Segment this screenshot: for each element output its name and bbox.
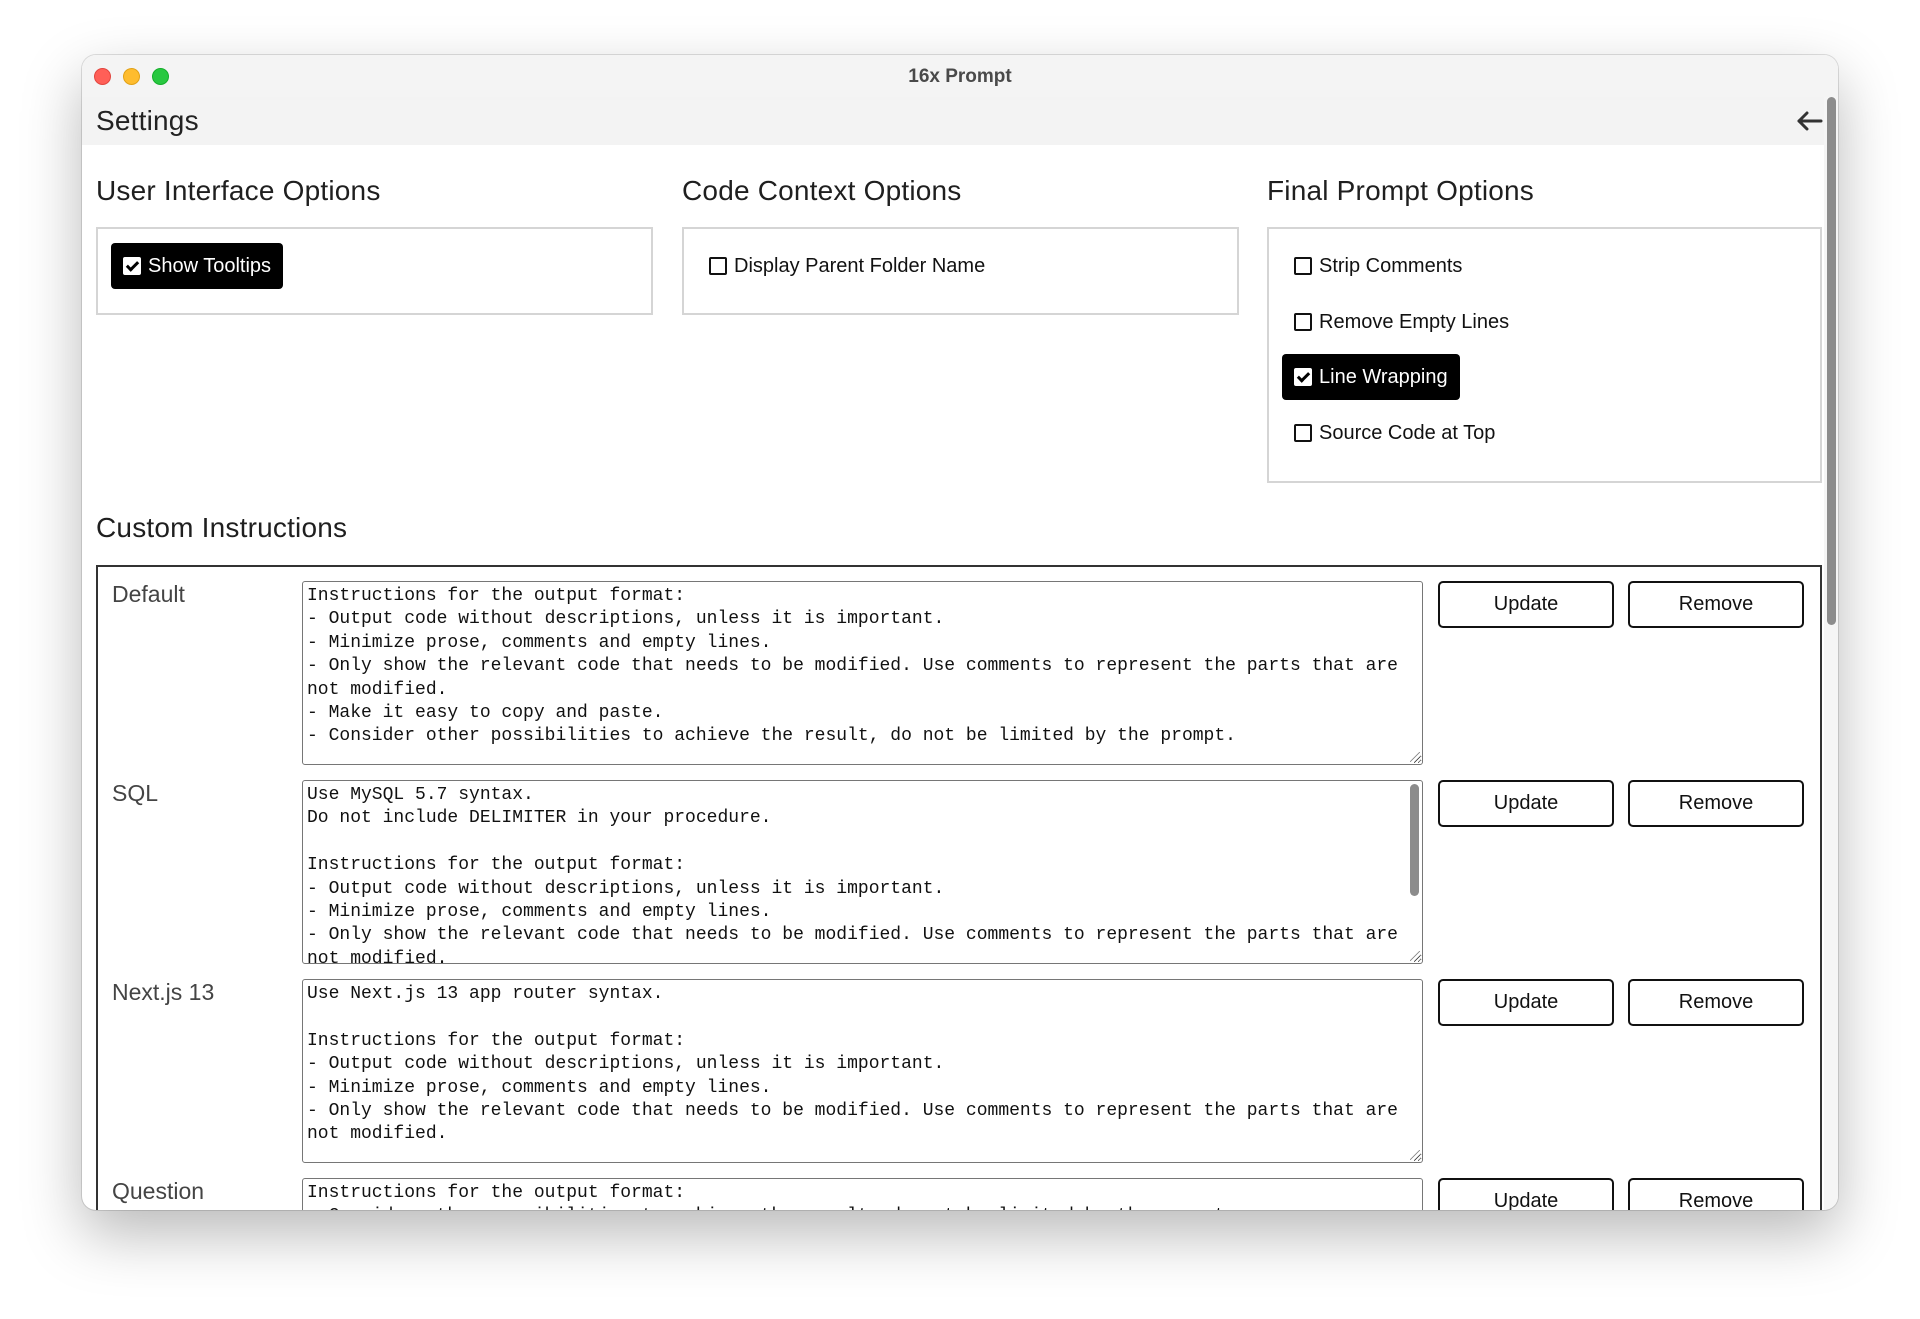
code-context-options-heading: Code Context Options	[682, 175, 962, 206]
custom-instruction-textarea[interactable]: Use Next.js 13 app router syntax. Instru…	[302, 979, 1423, 1163]
resize-grip-icon[interactable]	[1410, 1150, 1420, 1160]
remove-button[interactable]: Remove	[1628, 780, 1804, 827]
source-code-at-top-label: Source Code at Top	[1319, 421, 1496, 444]
custom-instruction-name: SQL	[112, 780, 159, 806]
user-interface-options-box: Show Tooltips	[96, 227, 653, 315]
display-parent-folder-name-toggle[interactable]: Display Parent Folder Name	[697, 243, 997, 289]
final-prompt-options-heading: Final Prompt Options	[1267, 175, 1534, 206]
app-window: 16x Prompt Settings User Interface Optio…	[82, 55, 1838, 1210]
remove-button[interactable]: Remove	[1628, 1178, 1804, 1210]
checkbox-unchecked-icon	[1294, 313, 1312, 331]
resize-grip-icon[interactable]	[1410, 752, 1420, 762]
custom-instruction-textarea[interactable]: Use MySQL 5.7 syntax. Do not include DEL…	[302, 780, 1423, 964]
show-tooltips-toggle[interactable]: Show Tooltips	[111, 243, 284, 289]
resize-grip-icon[interactable]	[1410, 951, 1420, 961]
final-prompt-options-box: Strip Comments Remove Empty Lines Line W…	[1267, 227, 1822, 483]
custom-instruction-name: Default	[112, 581, 185, 607]
source-code-at-top-toggle[interactable]: Source Code at Top	[1282, 410, 1507, 456]
custom-instruction-row: Next.js 13 Use Next.js 13 app router syn…	[98, 965, 1820, 1164]
custom-instruction-row: SQL Use MySQL 5.7 syntax. Do not include…	[98, 766, 1820, 965]
remove-empty-lines-toggle[interactable]: Remove Empty Lines	[1282, 299, 1521, 345]
settings-header: Settings	[82, 97, 1838, 145]
code-context-options-box: Display Parent Folder Name	[682, 227, 1239, 315]
checkbox-unchecked-icon	[1294, 257, 1312, 275]
custom-instruction-name: Next.js 13	[112, 979, 215, 1005]
custom-instructions-heading: Custom Instructions	[96, 512, 348, 543]
textarea-scrollbar-thumb[interactable]	[1410, 784, 1419, 896]
custom-instruction-name: Question	[112, 1178, 205, 1204]
display-parent-folder-name-label: Display Parent Folder Name	[734, 254, 986, 277]
remove-button[interactable]: Remove	[1628, 979, 1804, 1026]
custom-instructions-table: Default Instructions for the output form…	[96, 565, 1822, 1210]
update-button[interactable]: Update	[1438, 979, 1614, 1026]
checkbox-checked-icon	[1294, 368, 1312, 386]
page-title: Settings	[96, 105, 199, 136]
custom-instruction-row: Question Instructions for the output for…	[98, 1164, 1820, 1210]
user-interface-options-heading: User Interface Options	[96, 175, 381, 206]
custom-instruction-row: Default Instructions for the output form…	[98, 567, 1820, 766]
page-scrollbar-thumb[interactable]	[1827, 97, 1836, 625]
line-wrapping-toggle[interactable]: Line Wrapping	[1282, 354, 1460, 400]
update-button[interactable]: Update	[1438, 780, 1614, 827]
remove-button[interactable]: Remove	[1628, 581, 1804, 628]
title-bar: 16x Prompt	[82, 55, 1838, 98]
strip-comments-label: Strip Comments	[1319, 254, 1463, 277]
checkbox-unchecked-icon	[709, 257, 727, 275]
checkbox-unchecked-icon	[1294, 424, 1312, 442]
custom-instruction-textarea[interactable]: Instructions for the output format: - Co…	[302, 1178, 1423, 1210]
strip-comments-toggle[interactable]: Strip Comments	[1282, 243, 1474, 289]
window-title: 16x Prompt	[908, 66, 1012, 87]
remove-empty-lines-label: Remove Empty Lines	[1319, 310, 1510, 333]
update-button[interactable]: Update	[1438, 1178, 1614, 1210]
update-button[interactable]: Update	[1438, 581, 1614, 628]
page-scrollbar[interactable]	[1824, 97, 1838, 1210]
checkbox-checked-icon	[123, 257, 141, 275]
show-tooltips-label: Show Tooltips	[148, 254, 272, 277]
custom-instruction-textarea[interactable]: Instructions for the output format: - Ou…	[302, 581, 1423, 765]
line-wrapping-label: Line Wrapping	[1319, 365, 1448, 388]
arrow-left-icon[interactable]	[1794, 107, 1824, 135]
